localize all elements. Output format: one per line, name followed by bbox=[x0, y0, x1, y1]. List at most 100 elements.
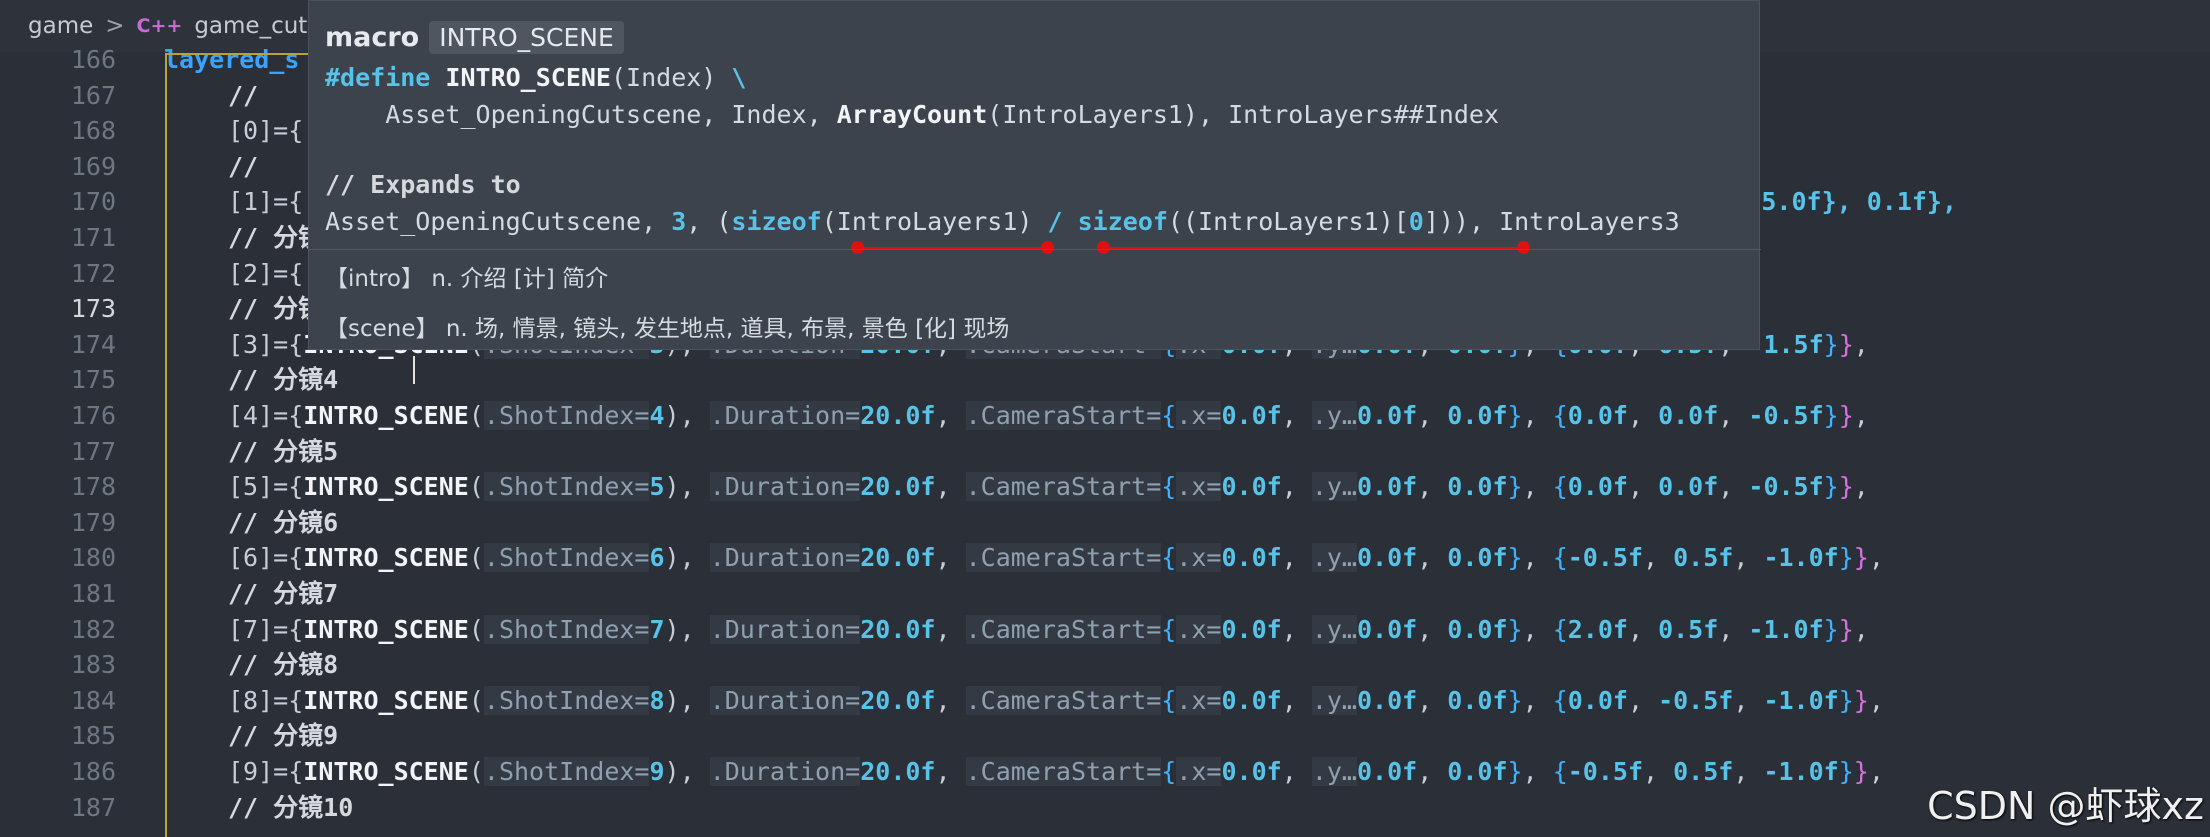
param-y: .y… bbox=[1311, 401, 1357, 430]
param-shotindex: .ShotIndex= bbox=[483, 614, 650, 644]
shot-index-value: 7 bbox=[649, 614, 665, 644]
duration-value: 20.0f bbox=[860, 401, 936, 430]
exp-part-d: ((IntroLayers1)[ bbox=[1167, 207, 1409, 236]
param-duration: .Duration= bbox=[709, 685, 861, 715]
x-value: 0.0f bbox=[1221, 685, 1282, 715]
duration-value: 20.0f bbox=[860, 685, 936, 715]
array-index: [5]={ bbox=[228, 472, 304, 502]
code-content: // 分镜8 bbox=[228, 647, 338, 683]
comment: // 分镜10 bbox=[228, 792, 354, 822]
hover-expansion-line: Asset_OpeningCutscene, 3, (sizeof(IntroL… bbox=[325, 207, 1680, 236]
breadcrumb-item-game[interactable]: game bbox=[28, 13, 93, 39]
camera-end-value: -0.5f bbox=[1567, 757, 1644, 786]
y-value: 0.0f bbox=[1356, 543, 1418, 573]
macro-call: INTRO_SCENE bbox=[303, 614, 469, 644]
text-cursor bbox=[413, 356, 415, 384]
y-value: 0.0f bbox=[1356, 685, 1418, 715]
exp-part-b: , ( bbox=[686, 207, 732, 236]
param-x: .x= bbox=[1176, 543, 1222, 573]
comment: // 分镜6 bbox=[228, 507, 339, 537]
param-x: .x= bbox=[1176, 685, 1222, 715]
camera-end-value: 0.5f bbox=[1673, 757, 1734, 786]
param-y: .y… bbox=[1311, 543, 1357, 573]
line-number: 185 bbox=[70, 721, 116, 751]
shot-index-value: 8 bbox=[649, 685, 665, 715]
z-value: 0.0f bbox=[1447, 543, 1508, 573]
line-number: 175 bbox=[70, 365, 116, 395]
exp-sizeof-1: sizeof bbox=[731, 207, 822, 236]
macro-hover-tooltip: macro INTRO_SCENE #define INTRO_SCENE(In… bbox=[308, 0, 1761, 350]
code-content: [9]={INTRO_SCENE(.ShotIndex=9), .Duratio… bbox=[228, 757, 1884, 786]
code-content: [5]={INTRO_SCENE(.ShotIndex=5), .Duratio… bbox=[228, 472, 1869, 502]
array-index: [1]={ bbox=[228, 187, 304, 217]
line-number: 167 bbox=[70, 80, 116, 110]
body-function: ArrayCount bbox=[836, 100, 988, 129]
array-index: [4]={ bbox=[228, 401, 304, 430]
code-content: // bbox=[228, 149, 258, 185]
param-duration: .Duration= bbox=[709, 614, 861, 644]
array-index: [6]={ bbox=[228, 543, 304, 573]
code-content: [1]={ bbox=[228, 184, 303, 220]
y-value: 0.0f bbox=[1356, 757, 1418, 786]
indent-guide-top bbox=[165, 53, 325, 55]
param-x: .x= bbox=[1176, 757, 1222, 786]
exp-number: 3 bbox=[671, 207, 687, 236]
camera-end-value: -0.5f bbox=[1748, 472, 1824, 502]
y-value: 0.0f bbox=[1356, 472, 1418, 502]
indent-guide bbox=[165, 53, 167, 837]
code-content: [8]={INTRO_SCENE(.ShotIndex=8), .Duratio… bbox=[228, 685, 1884, 715]
array-index: [8]={ bbox=[228, 685, 304, 715]
param-x: .x= bbox=[1176, 614, 1222, 644]
camera-end-value: 0.0f bbox=[1658, 401, 1719, 430]
param-camerastart: .CameraStart= bbox=[965, 757, 1162, 786]
line-number: 177 bbox=[70, 436, 116, 466]
camera-end-value: 0.0f bbox=[1658, 472, 1719, 502]
y-value: 0.0f bbox=[1356, 401, 1418, 430]
param-duration: .Duration= bbox=[709, 757, 861, 786]
code-content: layered_s bbox=[164, 42, 299, 78]
identifier: layered_s bbox=[164, 45, 300, 74]
param-duration: .Duration= bbox=[709, 472, 861, 502]
macro-call: INTRO_SCENE bbox=[303, 685, 469, 715]
line-number: 169 bbox=[70, 151, 116, 181]
shot-index-value: 5 bbox=[649, 472, 665, 502]
dict-word: 【scene】 bbox=[325, 316, 439, 342]
camera-end-value: -1.0f bbox=[1763, 543, 1839, 573]
exp-part-e: ])), IntroLayers3 bbox=[1423, 207, 1680, 236]
code-content: // 分镜6 bbox=[228, 505, 338, 541]
line-number: 186 bbox=[70, 757, 116, 786]
comment: // 分镜7 bbox=[228, 579, 339, 608]
x-value: 0.0f bbox=[1221, 543, 1282, 573]
line-number: 184 bbox=[70, 685, 116, 715]
line-number: 170 bbox=[70, 187, 116, 217]
line-number: 178 bbox=[70, 472, 116, 502]
cpp-file-icon: C++ bbox=[136, 15, 183, 37]
code-content: // 分镜9 bbox=[228, 718, 338, 754]
define-params: (Index) bbox=[611, 63, 732, 92]
define-name: INTRO_SCENE bbox=[445, 63, 611, 92]
code-content: [7]={INTRO_SCENE(.ShotIndex=7), .Duratio… bbox=[228, 614, 1869, 644]
param-camerastart: .CameraStart= bbox=[965, 543, 1162, 573]
line-number: 180 bbox=[70, 543, 116, 573]
param-y: .y… bbox=[1311, 757, 1357, 786]
param-duration: .Duration= bbox=[709, 543, 861, 573]
macro-call: INTRO_SCENE bbox=[303, 543, 469, 573]
x-value: 0.0f bbox=[1221, 614, 1282, 644]
line-number: 179 bbox=[70, 507, 116, 537]
line-number: 183 bbox=[70, 650, 116, 680]
hover-expands-label: // Expands to bbox=[325, 170, 521, 199]
line-number: 187 bbox=[70, 792, 116, 822]
red-dot-2b bbox=[1517, 241, 1530, 254]
z-value: 0.0f bbox=[1447, 757, 1508, 786]
exp-divide: / bbox=[1047, 207, 1063, 236]
exp-zero: 0 bbox=[1408, 207, 1424, 236]
line-number: 181 bbox=[70, 579, 116, 608]
macro-call: INTRO_SCENE bbox=[303, 472, 469, 502]
x-value: 0.0f bbox=[1221, 757, 1282, 786]
duration-value: 20.0f bbox=[860, 543, 936, 573]
hover-divider bbox=[309, 249, 1761, 250]
param-shotindex: .ShotIndex= bbox=[483, 472, 650, 502]
line-number: 176 bbox=[70, 401, 116, 430]
param-x: .x= bbox=[1176, 472, 1222, 502]
code-content: [2]={ bbox=[228, 256, 303, 292]
